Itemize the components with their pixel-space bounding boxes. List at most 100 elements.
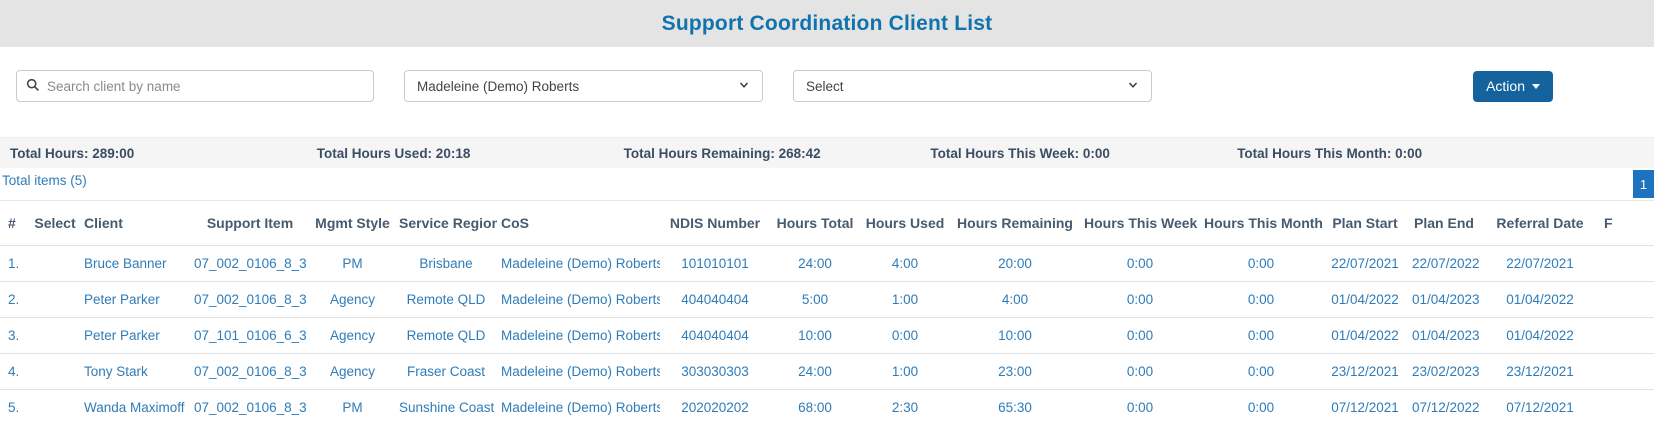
cell-referral-date: 01/04/2022 xyxy=(1480,317,1600,354)
cell-service-region: Sunshine Coast xyxy=(395,389,497,425)
cell-hours-this-month: 0:00 xyxy=(1200,353,1322,390)
cell-plan-start: 07/12/2021 xyxy=(1322,389,1408,425)
cell-hours-total: 5:00 xyxy=(770,281,860,318)
cell-hours-this-week: 0:00 xyxy=(1080,389,1200,425)
cell-cos: Madeleine (Demo) Roberts xyxy=(497,245,660,282)
total-hours-used: Total Hours Used: 20:18 xyxy=(316,145,471,161)
cell-hours-used: 2:30 xyxy=(860,389,950,425)
cell-ndis-number: 404040404 xyxy=(660,317,770,354)
cell-mgmt-style: Agency xyxy=(310,317,395,354)
filter-select[interactable]: Select xyxy=(793,70,1152,102)
cell-referral-date: 22/07/2021 xyxy=(1480,245,1600,282)
cell-service-region: Remote QLD xyxy=(395,317,497,354)
cell-hours-total: 10:00 xyxy=(770,317,860,354)
column-header-support-item: Support Item xyxy=(206,215,294,231)
column-header-plan-end: Plan End xyxy=(1414,215,1474,231)
client-link[interactable]: Peter Parker xyxy=(80,317,190,354)
title-bar: Support Coordination Client List xyxy=(0,0,1654,47)
cell-hours-used: 1:00 xyxy=(860,353,950,390)
cell-hours-total: 24:00 xyxy=(770,245,860,282)
cell-hours-used: 4:00 xyxy=(860,245,950,282)
cell-hours-remaining: 10:00 xyxy=(950,317,1080,354)
cell-plan-start: 01/04/2022 xyxy=(1322,281,1408,318)
cell-f xyxy=(1600,389,1654,425)
column-header-plan-start: Plan Start xyxy=(1332,215,1398,231)
cell-select xyxy=(30,317,80,354)
cell-plan-start: 23/12/2021 xyxy=(1322,353,1408,390)
cell-f xyxy=(1600,317,1654,354)
cell-f xyxy=(1600,245,1654,282)
cell-plan-end: 07/12/2022 xyxy=(1408,389,1480,425)
table-header-row: # Select Client Support Item Mgmt Style Servi… xyxy=(0,201,1654,246)
cell-referral-date: 01/04/2022 xyxy=(1480,281,1600,318)
cell-hours-this-week: 0:00 xyxy=(1080,353,1200,390)
column-header-hours-used: Hours Used xyxy=(865,215,945,231)
total-hours: Total Hours: 289:00 xyxy=(10,145,135,161)
totals-strip: Total Hours: 289:00 Total Hours Used: 20… xyxy=(0,137,1654,168)
cell-col: 3. xyxy=(0,317,30,354)
chevron-down-icon xyxy=(1127,79,1139,94)
cell-hours-used: 1:00 xyxy=(860,281,950,318)
total-items-count: Total items (5) xyxy=(2,173,87,188)
cell-hours-this-month: 0:00 xyxy=(1200,389,1322,425)
cell-hours-used: 0:00 xyxy=(860,317,950,354)
cell-col: 2. xyxy=(0,281,30,318)
total-hours-this-month: Total Hours This Month: 0:00 xyxy=(1237,145,1423,161)
pagination-page-1[interactable]: 1 xyxy=(1633,170,1654,198)
total-hours-this-week: Total Hours This Week: 0:00 xyxy=(930,145,1110,161)
cell-select xyxy=(30,281,80,318)
cell-hours-this-week: 0:00 xyxy=(1080,245,1200,282)
cell-mgmt-style: Agency xyxy=(310,281,395,318)
column-header-hours-this-week: Hours This Week xyxy=(1084,215,1198,231)
column-header-referral-date: Referral Date xyxy=(1496,215,1584,231)
search-input[interactable] xyxy=(16,70,374,102)
client-link[interactable]: Tony Stark xyxy=(80,353,190,390)
column-header-select: Select xyxy=(34,215,76,231)
column-header-col: # xyxy=(8,215,16,231)
table-row: 1. Bruce Banner 07_002_0106_8_3 PM Brisbane M… xyxy=(0,245,1654,282)
cell-cos: Madeleine (Demo) Roberts xyxy=(497,317,660,354)
cell-ndis-number: 101010101 xyxy=(660,245,770,282)
cell-support-item: 07_002_0106_8_3 xyxy=(190,281,310,318)
cell-hours-this-week: 0:00 xyxy=(1080,317,1200,354)
column-header-hours-total: Hours Total xyxy=(776,215,854,231)
column-header-cos: CoS xyxy=(501,215,529,231)
cell-mgmt-style: PM xyxy=(310,389,395,425)
action-button[interactable]: Action xyxy=(1473,70,1553,102)
cell-hours-remaining: 65:30 xyxy=(950,389,1080,425)
cell-f xyxy=(1600,281,1654,318)
client-link[interactable]: Bruce Banner xyxy=(80,245,190,282)
column-header-mgmt-style: Mgmt Style xyxy=(315,215,390,231)
table-row: 2. Peter Parker 07_002_0106_8_3 Agency Remot… xyxy=(0,281,1654,318)
cell-plan-end: 01/04/2023 xyxy=(1408,317,1480,354)
cell-select xyxy=(30,353,80,390)
cell-service-region: Fraser Coast xyxy=(395,353,497,390)
column-header-ndis-number: NDIS Number xyxy=(669,215,761,231)
cell-hours-remaining: 4:00 xyxy=(950,281,1080,318)
cell-cos: Madeleine (Demo) Roberts xyxy=(497,353,660,390)
controls-row: Madeleine (Demo) Roberts Select Action xyxy=(0,47,1654,102)
column-header-service-region: Service Region xyxy=(399,215,497,231)
search-icon xyxy=(26,78,40,97)
cell-mgmt-style: Agency xyxy=(310,353,395,390)
cell-ndis-number: 303030303 xyxy=(660,353,770,390)
cell-plan-end: 23/02/2023 xyxy=(1408,353,1480,390)
chevron-down-icon xyxy=(738,79,750,94)
search-wrap xyxy=(16,70,374,102)
action-button-label: Action xyxy=(1486,78,1525,94)
cell-hours-this-month: 0:00 xyxy=(1200,245,1322,282)
cell-select xyxy=(30,245,80,282)
cell-mgmt-style: PM xyxy=(310,245,395,282)
client-table-wrap: # Select Client Support Item Mgmt Style Servi… xyxy=(0,200,1654,425)
caret-down-icon xyxy=(1532,83,1540,89)
client-link[interactable]: Wanda Maximoff xyxy=(80,389,190,425)
coordinator-select[interactable]: Madeleine (Demo) Roberts xyxy=(404,70,763,102)
client-link[interactable]: Peter Parker xyxy=(80,281,190,318)
column-header-hours-this-month: Hours This Month xyxy=(1204,215,1322,231)
table-row: 5. Wanda Maximoff 07_002_0106_8_3 PM Sunshin… xyxy=(0,389,1654,425)
column-header-hours-remaining: Hours Remaining xyxy=(957,215,1073,231)
cell-service-region: Brisbane xyxy=(395,245,497,282)
client-table: # Select Client Support Item Mgmt Style Servi… xyxy=(0,200,1654,425)
page-title: Support Coordination Client List xyxy=(661,11,993,35)
column-header-client: Client xyxy=(84,215,123,231)
